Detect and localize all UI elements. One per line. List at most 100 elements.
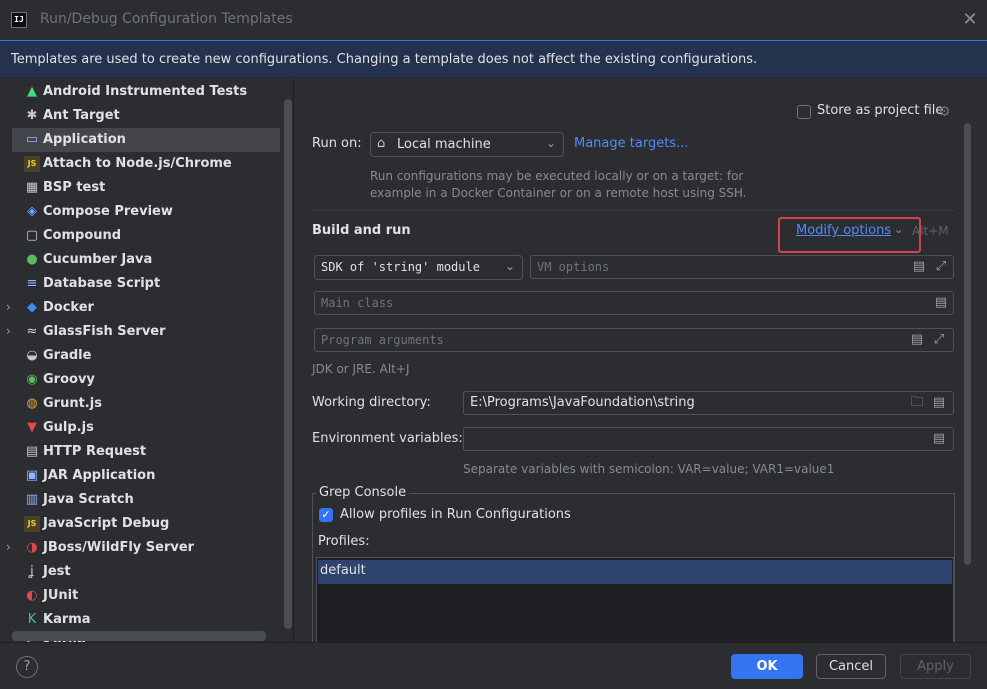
sidebar-item-label: Karma bbox=[43, 612, 91, 627]
sidebar-item[interactable]: ◒ Gradle bbox=[12, 344, 280, 368]
run-on-hint-2: example in a Docker Container or on a re… bbox=[370, 186, 747, 200]
store-as-project-file-checkbox[interactable] bbox=[797, 105, 811, 119]
sidebar-item[interactable]: ▤ HTTP Request bbox=[12, 440, 280, 464]
allow-profiles-checkbox[interactable]: ✓ bbox=[319, 508, 333, 522]
build-and-run-heading: Build and run bbox=[312, 223, 411, 238]
working-directory-value: E:\Programs\JavaFoundation\string bbox=[470, 395, 695, 410]
sidebar-item[interactable]: ✱ Ant Target bbox=[12, 104, 280, 128]
list-item[interactable]: default bbox=[318, 560, 952, 584]
run-on-hint-1: Run configurations may be executed local… bbox=[370, 169, 744, 183]
sidebar-item[interactable]: K Karma bbox=[12, 608, 280, 632]
manage-targets-link[interactable]: Manage targets... bbox=[574, 136, 688, 151]
main-class-placeholder: Main class bbox=[321, 296, 394, 310]
sidebar-item-label: JavaScript Debug bbox=[43, 516, 170, 531]
sidebar-item-label: Java Scratch bbox=[43, 492, 134, 507]
environment-variables-field[interactable]: ▤ bbox=[463, 427, 954, 451]
run-on-label: Run on: bbox=[312, 136, 362, 151]
sidebar-item[interactable]: ▲ Android Instrumented Tests bbox=[12, 80, 280, 104]
sdk-combo[interactable]: SDK of 'string' module ⌄ bbox=[314, 255, 523, 280]
sidebar-item[interactable]: › ◑ JBoss/WildFly Server bbox=[6, 536, 280, 560]
ok-button[interactable]: OK bbox=[731, 654, 803, 679]
sidebar-item-label: Gulp.js bbox=[43, 420, 94, 435]
chevron-right-icon[interactable]: › bbox=[6, 540, 18, 554]
tree-vertical-scrollbar[interactable] bbox=[284, 99, 292, 629]
sdk-value: SDK of 'string' module bbox=[321, 260, 480, 274]
sidebar-item-label: Application bbox=[43, 132, 126, 147]
sidebar-item[interactable]: ▼ Gulp.js bbox=[12, 416, 280, 440]
banner-text: Templates are used to create new configu… bbox=[11, 52, 758, 67]
sidebar-item-label: Compound bbox=[43, 228, 122, 243]
jest-icon: ʝ bbox=[30, 564, 34, 579]
tree-horizontal-scrollbar[interactable] bbox=[12, 631, 266, 641]
sidebar-item[interactable]: ◉ Groovy bbox=[12, 368, 280, 392]
sidebar-item-label: Docker bbox=[43, 300, 94, 315]
modify-options-chevron-icon[interactable]: ⌄ bbox=[894, 223, 903, 236]
sidebar-item-label: BSP test bbox=[43, 180, 106, 195]
dialog-footer: ? OK Cancel Apply bbox=[0, 642, 987, 689]
sidebar-item-label: JUnit bbox=[43, 588, 79, 603]
intellij-logo-icon: IJ bbox=[11, 12, 27, 28]
sidebar-item[interactable]: JS JavaScript Debug bbox=[12, 512, 280, 536]
sidebar-item[interactable]: › ◆ Docker bbox=[6, 296, 280, 320]
environment-variables-hint: Separate variables with semicolon: VAR=v… bbox=[463, 462, 835, 476]
sidebar-item[interactable]: ▣ JAR Application bbox=[12, 464, 280, 488]
profiles-list[interactable]: default bbox=[316, 557, 954, 647]
sidebar-item-label: HTTP Request bbox=[43, 444, 147, 459]
folder-icon[interactable]: 🗀 bbox=[909, 395, 925, 411]
expand-icon[interactable]: ⤢ bbox=[933, 259, 949, 275]
run-on-combo[interactable]: ⌂ Local machine ⌄ bbox=[370, 132, 564, 157]
modify-options-shortcut: Alt+M bbox=[912, 224, 949, 238]
apply-button[interactable]: Apply bbox=[900, 654, 971, 679]
help-icon[interactable]: ? bbox=[16, 656, 38, 678]
info-banner: Templates are used to create new configu… bbox=[0, 40, 987, 78]
list-icon[interactable]: ▤ bbox=[909, 332, 925, 348]
gulp-icon: ▼ bbox=[27, 420, 37, 435]
environment-variables-label: Environment variables: bbox=[312, 431, 463, 446]
sidebar-item[interactable]: JS Attach to Node.js/Chrome bbox=[12, 152, 280, 176]
run-on-value: Local machine bbox=[397, 137, 491, 152]
sidebar-item[interactable]: ʝ Jest bbox=[12, 560, 280, 584]
sidebar-item[interactable]: ◈ Compose Preview bbox=[12, 200, 280, 224]
docker-icon: ◆ bbox=[27, 300, 37, 315]
sidebar-item[interactable]: ◐ JUnit bbox=[12, 584, 280, 608]
sidebar-item[interactable]: ≡ Database Script bbox=[12, 272, 280, 296]
sidebar-item[interactable]: ▥ Java Scratch bbox=[12, 488, 280, 512]
js-icon: JS bbox=[24, 156, 40, 172]
sidebar-item-label: JAR Application bbox=[43, 468, 156, 483]
gear-icon[interactable]: ⚙ bbox=[938, 104, 951, 120]
cancel-button[interactable]: Cancel bbox=[816, 654, 886, 679]
chevron-down-icon: ⌄ bbox=[504, 259, 515, 273]
close-icon[interactable]: ✕ bbox=[958, 8, 982, 32]
sidebar-item[interactable]: › ≈ GlassFish Server bbox=[6, 320, 280, 344]
working-directory-field[interactable]: E:\Programs\JavaFoundation\string 🗀 ▤ bbox=[463, 391, 954, 415]
sidebar-item-label: Gradle bbox=[43, 348, 92, 363]
separator bbox=[312, 210, 955, 211]
sidebar-item-label: Groovy bbox=[43, 372, 95, 387]
sidebar-item[interactable]: ▦ BSP test bbox=[12, 176, 280, 200]
js-debug-icon: JS bbox=[24, 516, 40, 532]
sidebar-item[interactable]: ● Cucumber Java bbox=[12, 248, 280, 272]
panel-vertical-scrollbar[interactable] bbox=[964, 123, 971, 565]
karma-icon: K bbox=[27, 612, 37, 627]
sidebar-item[interactable]: ▢ Compound bbox=[12, 224, 280, 248]
list-icon[interactable]: ▤ bbox=[931, 431, 947, 447]
expand-icon[interactable]: ⤢ bbox=[931, 332, 947, 348]
chevron-right-icon[interactable]: › bbox=[6, 324, 18, 338]
program-arguments-field[interactable]: Program arguments ▤ ⤢ bbox=[314, 328, 954, 352]
list-icon[interactable]: ▤ bbox=[911, 259, 927, 275]
working-directory-label: Working directory: bbox=[312, 395, 431, 410]
main-class-field[interactable]: Main class ▤ bbox=[314, 291, 954, 315]
junit-icon: ◐ bbox=[26, 588, 38, 603]
list-icon[interactable]: ▤ bbox=[933, 295, 949, 311]
chevron-right-icon[interactable]: › bbox=[6, 300, 18, 314]
compose-icon: ◈ bbox=[27, 204, 37, 219]
list-icon[interactable]: ▤ bbox=[931, 395, 947, 411]
sidebar-item[interactable]: ◍ Grunt.js bbox=[12, 392, 280, 416]
vm-options-field[interactable]: VM options ▤ ⤢ bbox=[530, 255, 954, 279]
glassfish-icon: ≈ bbox=[26, 324, 38, 339]
sidebar-item[interactable]: ▭ Application bbox=[12, 128, 280, 152]
modify-options-link[interactable]: Modify options bbox=[796, 223, 891, 238]
grep-console-title: Grep Console bbox=[316, 485, 410, 500]
sidebar-item-label: Ant Target bbox=[43, 108, 120, 123]
chevron-down-icon: ⌄ bbox=[545, 136, 556, 150]
